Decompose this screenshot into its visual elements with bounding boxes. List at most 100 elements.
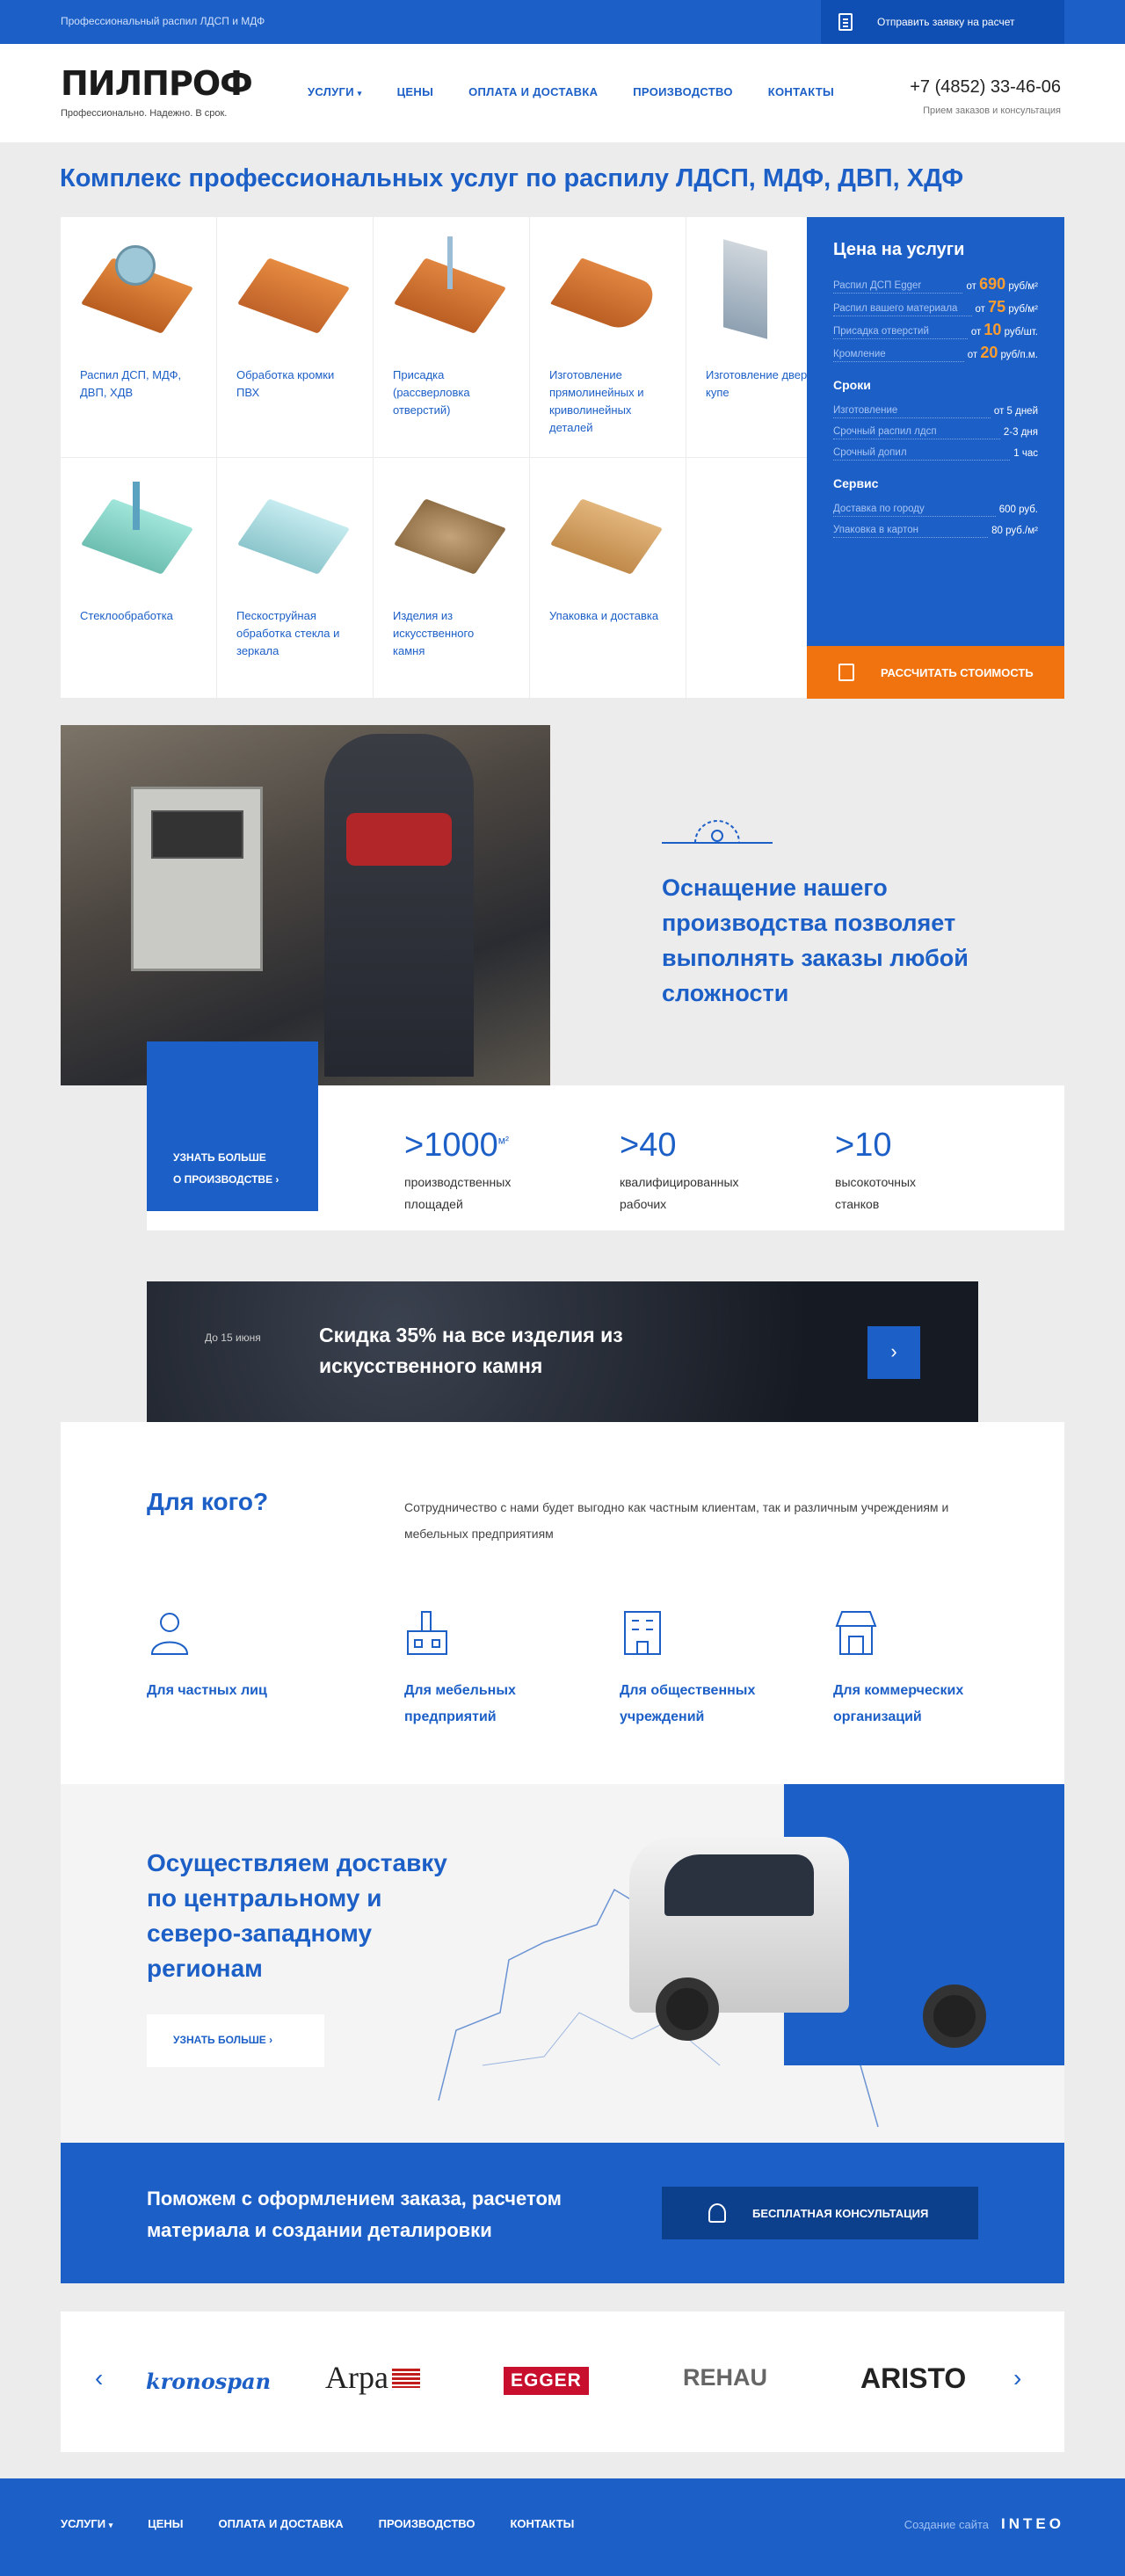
truck-cab-image xyxy=(629,1837,849,2013)
worker-image xyxy=(324,734,474,1077)
nav-services-label: УСЛУГИ xyxy=(308,85,354,98)
learn-label-2: О ПРОИЗВОДСТВЕ › xyxy=(173,1173,279,1186)
request-label: Отправить заявку на расчет xyxy=(877,16,1015,28)
chevron-down-icon: ▾ xyxy=(108,2521,113,2529)
service-card[interactable]: Обработка кромки ПВХ xyxy=(217,217,374,458)
edge-board-icon xyxy=(236,236,355,342)
price-row: Кромление от 20 руб/п.м. xyxy=(833,344,1038,362)
audience-commercial[interactable]: Для коммерческих организаций xyxy=(833,1608,991,1731)
service-label: Присадка (рассверловка отверстий) xyxy=(393,368,470,417)
prev-arrow-icon[interactable]: ‹ xyxy=(95,2364,103,2392)
production-photo xyxy=(61,725,550,1085)
promo-arrow-button[interactable]: › xyxy=(867,1326,920,1379)
service-card[interactable]: Распил ДСП, МДФ, ДВП, ХДВ xyxy=(61,217,217,458)
nav-prices[interactable]: ЦЕНЫ xyxy=(397,85,433,98)
consult-section: Поможем с оформлением заказа, расчетом м… xyxy=(61,2143,1064,2283)
price-name: Распил ДСП Egger xyxy=(833,279,963,294)
shop-icon xyxy=(835,1611,877,1655)
price-row: Присадка отверстий от 10 руб/шт. xyxy=(833,321,1038,339)
service-card[interactable]: Стеклообработка xyxy=(61,458,217,699)
stat-value: >40 xyxy=(620,1127,677,1164)
request-button[interactable]: Отправить заявку на расчет xyxy=(821,0,1064,44)
service-title: Сервис xyxy=(833,476,879,490)
footer-nav-production[interactable]: ПРОИЗВОДСТВО xyxy=(379,2517,475,2530)
stat-value: >10 xyxy=(835,1127,892,1164)
brand-arpa[interactable]: Arpa xyxy=(325,2359,420,2396)
footer-nav-prices[interactable]: ЦЕНЫ xyxy=(148,2517,183,2530)
promo-text: Скидка 35% на все изделия из искусственн… xyxy=(319,1324,623,1377)
next-arrow-icon[interactable]: › xyxy=(1013,2364,1021,2392)
service-card[interactable]: Пескоструйная обработка стекла и зеркала xyxy=(217,458,374,699)
phone[interactable]: +7 (4852) 33-46-06 xyxy=(910,77,1061,98)
services-grid: Распил ДСП, МДФ, ДВП, ХДВ Обработка кром… xyxy=(61,217,843,699)
chevron-down-icon: ▾ xyxy=(357,89,362,98)
service-card[interactable]: Изделия из искусственного камня xyxy=(374,458,530,699)
truck-wheel xyxy=(656,1977,719,2041)
consult-text: Поможем с оформлением заказа, расчетом м… xyxy=(147,2188,562,2241)
footer-nav-payment[interactable]: ОПЛАТА И ДОСТАВКА xyxy=(219,2517,344,2530)
service-label: Изготовление прямолинейных и криволинейн… xyxy=(549,368,644,434)
term-row: Срочный распил лдсп 2-3 дня xyxy=(833,426,1038,439)
chevron-right-icon: › xyxy=(269,2034,273,2046)
footer-nav: УСЛУГИ ▾ ЦЕНЫ ОПЛАТА И ДОСТАВКА ПРОИЗВОД… xyxy=(61,2517,609,2530)
sandblast-icon xyxy=(236,477,355,583)
calculator-icon xyxy=(838,664,854,681)
price-value: от 20 руб/п.м. xyxy=(967,344,1038,361)
consult-button[interactable]: БЕСПЛАТНАЯ КОНСУЛЬТАЦИЯ xyxy=(662,2187,978,2239)
terms-title: Сроки xyxy=(833,378,871,392)
service-card[interactable]: Упаковка и доставка xyxy=(530,458,686,699)
footer-nav-contacts[interactable]: КОНТАКТЫ xyxy=(510,2517,574,2530)
curved-board-icon xyxy=(549,236,668,342)
price-name: Распил вашего материала xyxy=(833,302,972,316)
audience-private[interactable]: Для частных лиц xyxy=(147,1608,267,1704)
calculate-label: РАССЧИТАТЬ СТОИМОСТЬ xyxy=(881,665,1034,679)
delivery-learn-more-button[interactable]: УЗНАТЬ БОЛЬШЕ › xyxy=(147,2014,324,2067)
brand-aristo[interactable]: ARISTO xyxy=(860,2362,966,2395)
package-icon xyxy=(549,477,668,583)
stat-area: >1000м² производственных площадей xyxy=(404,1127,545,1215)
brand-kronospan[interactable]: kronospan xyxy=(146,2369,271,2394)
nav-payment[interactable]: ОПЛАТА И ДОСТАВКА xyxy=(468,85,598,98)
stat-text: производственных площадей xyxy=(404,1175,512,1211)
glass-icon xyxy=(80,477,199,583)
price-panel: Цена на услуги Распил ДСП Egger от 690 ру… xyxy=(807,217,1064,646)
brand-rehau[interactable]: REHAU xyxy=(683,2364,767,2391)
made-by[interactable]: Создание сайта INTEO xyxy=(904,2515,1064,2533)
slogan: Профессионально. Надежно. В срок. xyxy=(61,108,228,119)
phone-note: Прием заказов и консультация xyxy=(923,105,1061,116)
calculate-button[interactable]: РАССЧИТАТЬ СТОИМОСТЬ xyxy=(807,646,1064,699)
promo-banner[interactable]: До 15 июня Скидка 35% на все изделия из … xyxy=(147,1281,978,1422)
service-label: Изделия из искусственного камня xyxy=(393,609,475,657)
learn-more-production-button[interactable]: УЗНАТЬ БОЛЬШЕ О ПРОИЗВОДСТВЕ › xyxy=(147,1041,318,1211)
service-label: Распил ДСП, МДФ, ДВП, ХДВ xyxy=(80,368,182,399)
stat-text: квалифицированных рабочих xyxy=(620,1175,739,1211)
footer-nav-services[interactable]: УСЛУГИ ▾ xyxy=(61,2517,112,2530)
nav-services[interactable]: УСЛУГИ ▾ xyxy=(308,85,362,98)
logo[interactable]: ПИЛПРОФ xyxy=(61,64,253,103)
drill-board-icon xyxy=(393,236,512,342)
service-label: Пескоструйная обработка стекла и зеркала xyxy=(236,609,340,657)
production-headline: Оснащение нашего производства позволяет … xyxy=(662,874,969,1006)
document-icon xyxy=(838,13,853,31)
nav-contacts[interactable]: КОНТАКТЫ xyxy=(768,85,834,98)
stone-icon xyxy=(393,477,512,583)
term-row: Изготовление от 5 дней xyxy=(833,405,1038,418)
brand-egger[interactable]: EGGER xyxy=(504,2367,589,2395)
price-value: от 10 руб/шт. xyxy=(970,321,1038,338)
promo-date: До 15 июня xyxy=(205,1332,261,1344)
service-card[interactable]: Присадка (рассверловка отверстий) xyxy=(374,217,530,458)
service-row: Упаковка в картон 80 руб./м² xyxy=(833,525,1038,538)
service-card[interactable]: Изготовление прямолинейных и криволинейн… xyxy=(530,217,686,458)
audience-public[interactable]: Для общественных учреждений xyxy=(620,1608,787,1731)
audience-label: Для коммерческих организаций xyxy=(833,1683,964,1724)
price-name: Кромление xyxy=(833,348,964,362)
nav-production[interactable]: ПРОИЗВОДСТВО xyxy=(633,85,733,98)
service-label: Упаковка и доставка xyxy=(549,609,659,622)
audience-label: Для общественных учреждений xyxy=(620,1683,756,1724)
stat-machines: >10 высокоточных станков xyxy=(835,1127,949,1215)
service-label: Стеклообработка xyxy=(80,609,173,622)
stat-text: высокоточных станков xyxy=(835,1175,917,1211)
audience-furniture[interactable]: Для мебельных предприятий xyxy=(404,1608,545,1731)
footer: УСЛУГИ ▾ ЦЕНЫ ОПЛАТА И ДОСТАВКА ПРОИЗВОД… xyxy=(0,2478,1125,2576)
service-row: Доставка по городу 600 руб. xyxy=(833,504,1038,517)
